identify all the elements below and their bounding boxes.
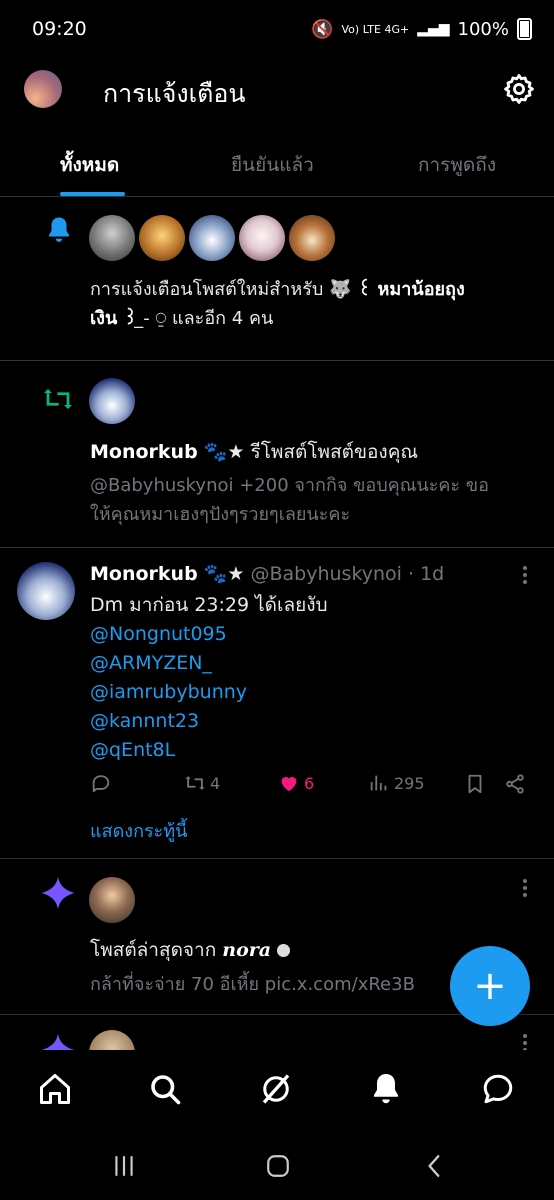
post-preview: กล้าที่จะจ่าย 70 อีเหี้ย pic.x.com/xRe3B xyxy=(90,974,415,995)
plus-icon: + xyxy=(473,963,507,1009)
reply-icon xyxy=(92,775,110,793)
avatar[interactable] xyxy=(139,215,185,261)
mention-link[interactable]: @Nongnut095 xyxy=(90,620,328,649)
views-button[interactable]: 295 xyxy=(368,772,425,794)
battery-icon xyxy=(517,18,532,40)
tab-verified[interactable]: ยืนยันแล้ว xyxy=(231,150,314,180)
tweet-text: Dm มาก่อน 23:29 ได้เลยงับ @Nongnut095 @A… xyxy=(90,591,328,765)
bell-icon[interactable] xyxy=(368,1071,404,1107)
home-button-icon[interactable] xyxy=(265,1153,291,1179)
notification-header: Monorkub 🐾★ รีโพสต์โพสต์ของคุณ xyxy=(90,441,419,463)
avatar[interactable] xyxy=(289,215,335,261)
gear-icon[interactable] xyxy=(502,72,536,106)
notification-item[interactable]: การแจ้งเตือนโพสต์ใหม่สำหรับ 🐺 ꒰ หมาน้อยถ… xyxy=(0,197,554,360)
avatar[interactable] xyxy=(89,378,135,424)
messages-icon[interactable] xyxy=(480,1071,516,1107)
post-preview: @Babyhuskynoi +200 จากกิจ ขอบคุณนะคะ ขอ … xyxy=(90,475,489,525)
more-icon[interactable] xyxy=(523,566,527,587)
grok-icon[interactable] xyxy=(258,1071,294,1107)
status-bar: 09:20 🔇 Vo) LTE 4G+ ▂▄▆ 100% xyxy=(0,0,554,60)
notification-text: โพสต์ล่าสุดจาก nora xyxy=(90,935,291,965)
mute-icon: 🔇 xyxy=(311,18,334,40)
avatar[interactable] xyxy=(239,215,285,261)
page-title: การแจ้งเตือน xyxy=(103,79,246,108)
author-handle[interactable]: @Babyhuskynoi xyxy=(250,563,401,585)
face-emoji xyxy=(277,944,291,957)
avatar[interactable] xyxy=(89,215,135,261)
tab-all[interactable]: ทั้งหมด xyxy=(60,150,119,180)
reply-button[interactable] xyxy=(90,772,112,794)
status-icons: 🔇 Vo) LTE 4G+ ▂▄▆ 100% xyxy=(311,18,532,40)
repost-icon xyxy=(44,389,72,409)
avatar[interactable] xyxy=(17,562,75,620)
compose-button[interactable]: + xyxy=(450,946,530,1026)
tweet[interactable]: Monorkub 🐾★ @Babyhuskynoi · 1d Dm มาก่อน… xyxy=(0,548,554,858)
like-count: 6 xyxy=(304,773,315,793)
mention-link[interactable]: @iamrubybunny xyxy=(90,678,328,707)
network-label: Vo) LTE 4G+ xyxy=(341,22,410,36)
mention-link[interactable]: @kannnt23 xyxy=(90,707,328,736)
repost-button[interactable]: 4 xyxy=(184,772,220,794)
home-icon[interactable] xyxy=(37,1071,73,1107)
recent-apps-icon[interactable] xyxy=(111,1153,137,1179)
avatar[interactable] xyxy=(89,877,135,923)
avatar[interactable] xyxy=(189,215,235,261)
repost-icon xyxy=(185,776,205,790)
battery-label: 100% xyxy=(457,18,509,40)
bell-icon xyxy=(49,217,69,242)
heart-icon xyxy=(281,777,297,792)
notification-item[interactable]: Monorkub 🐾★ รีโพสต์โพสต์ของคุณ @Babyhusk… xyxy=(0,361,554,547)
tab-mentions[interactable]: การพูดถึง xyxy=(418,150,496,180)
clock: 09:20 xyxy=(32,18,87,40)
share-icon[interactable] xyxy=(504,773,526,795)
mention-link[interactable]: @ARMYZEN_ xyxy=(90,649,328,678)
author-name[interactable]: Monorkub xyxy=(90,563,198,585)
signal-icon: ▂▄▆ xyxy=(417,21,450,37)
like-button[interactable]: 6 xyxy=(278,772,314,794)
back-icon[interactable] xyxy=(422,1153,448,1179)
repost-count: 4 xyxy=(210,773,221,793)
tweet-time: · 1d xyxy=(408,563,445,585)
notification-text: การแจ้งเตือนโพสต์ใหม่สำหรับ 🐺 ꒰ หมาน้อยถ… xyxy=(90,279,465,329)
profile-avatar[interactable] xyxy=(24,70,62,108)
tweet-header: Monorkub 🐾★ @Babyhuskynoi · 1d xyxy=(90,563,445,585)
bookmark-icon[interactable] xyxy=(464,773,486,795)
mention-link[interactable]: @qEnt8L xyxy=(90,736,328,765)
views-icon xyxy=(370,775,387,791)
sparkle-icon xyxy=(41,876,75,910)
search-icon[interactable] xyxy=(147,1071,183,1107)
more-icon[interactable] xyxy=(523,879,527,900)
view-count: 295 xyxy=(394,773,425,793)
show-thread-link[interactable]: แสดงกระทู้นี้ xyxy=(90,816,187,845)
